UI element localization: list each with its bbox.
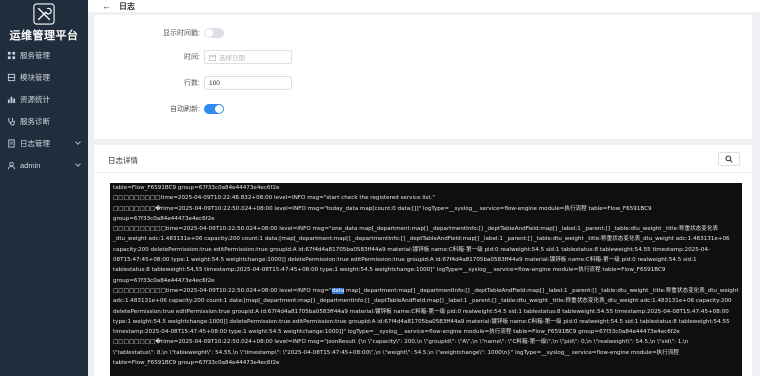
log-line-text: table=Flow_F6591BC9 group=67f33c0a84e444… (113, 360, 280, 367)
sidebar-item-label: 资源统计 (20, 94, 50, 104)
time-row: 时间: 选择日期 (144, 50, 292, 64)
log-details-panel: 日志详情 table=Flow_F6591BC9 group=67f33c0a8… (94, 145, 752, 376)
log-line: 08T15:47:45+08:00 type:1 weight:54.5 wei… (113, 255, 739, 265)
sidebar-item-label: 服务管理 (20, 50, 50, 60)
auto-refresh-toggle[interactable] (204, 104, 224, 114)
document-icon (8, 138, 15, 148)
sidebar-item-label: 日志管理 (20, 138, 50, 148)
log-line-text: □□□□□□□□□time=2025-04-09T10:22:48.832+08… (113, 195, 435, 202)
log-line: □□□□□□□□□□time=2025-04-09T10:22:50.024+0… (113, 286, 739, 296)
log-line: tablestatus:8 tableweight:54.55 timestam… (113, 265, 739, 275)
log-line-text: group=67f33c0a84e44473e4ec6f2e (113, 277, 215, 284)
sidebar-item-service-diagnosis[interactable]: 服务诊断 (0, 110, 88, 132)
log-line-text: timestamp:2025-04-08T15:47:45+08:00 type… (113, 329, 680, 336)
sidebar-item-label: 模块管理 (20, 72, 50, 82)
rows-row: 行数: 100 (144, 76, 292, 90)
selected-text-highlight: data (331, 287, 345, 294)
log-line: timestamp:2025-04-08T15:47:45+08:00 type… (113, 327, 739, 337)
log-line: table=Flow_F6591BC9 group=67f33c0a84e444… (113, 183, 739, 193)
log-line-text: □□□□□□□□□□time=2025-04-09T10:22:50.024+0… (113, 226, 719, 233)
wrench-logo-icon (33, 3, 55, 25)
log-line: □□□□□□□□□time=2025-04-09T10:22:48.832+08… (113, 193, 739, 203)
log-line-text: □□□□□□□□□□time=2025-04-09T10:22:50.024+0… (113, 287, 332, 294)
log-line-text: table=Flow_F6591BC9 group=67f33c0a84e444… (113, 185, 280, 191)
sidebar-item-module-management[interactable]: 模块管理 (0, 66, 88, 88)
show-timestamp-toggle[interactable] (204, 28, 224, 38)
log-line: □□□□□□□□�time=2025-04-09T10:22:50.024+08… (113, 337, 739, 347)
rows-input[interactable]: 100 (204, 76, 292, 90)
back-arrow-icon[interactable]: ← (102, 1, 111, 11)
sidebar: 运维管理平台 服务管理 模块管理 资源统计 服务诊断 日志管理 admin (0, 0, 88, 376)
sidebar-item-label: 服务诊断 (20, 116, 50, 126)
stethoscope-icon (8, 117, 16, 126)
log-line: group=67f33c0a84e44473e4ec6f2e (113, 214, 739, 224)
log-line-text: type:1 weight:54.5 weightchange:1000]] d… (113, 318, 730, 325)
page-header: ← 日志 (88, 0, 760, 12)
search-icon (725, 155, 733, 163)
log-line: deletePermission:true editPermission:tru… (113, 307, 739, 317)
toggle-knob (205, 29, 213, 37)
log-line: capacity:200 deletePermission:true editP… (113, 245, 739, 255)
log-line-text: tablestatus:8 tableweight:54.55 timestam… (113, 267, 666, 274)
log-details-title: 日志详情 (108, 156, 138, 165)
user-icon (7, 161, 16, 169)
calendar-icon (209, 54, 216, 61)
log-line: type:1 weight:54.5 weightchange:1000]] d… (113, 317, 739, 327)
chevron-down-icon (75, 161, 81, 167)
log-line-text: map[_department:map[] _departmentInfo:[]… (344, 287, 739, 294)
cube-icon (7, 73, 16, 81)
sidebar-item-label: admin (20, 160, 41, 170)
auto-refresh-row: 自动刷新: (144, 104, 224, 114)
filter-form: 显示时间戳: 时间: 选择日期 行数: 100 自动刷新: (94, 15, 752, 139)
log-output[interactable]: table=Flow_F6591BC9 group=67f33c0a84e444… (110, 183, 742, 376)
log-line: group=67f33c0a84e44473e4ec6f2e (113, 276, 739, 286)
log-line-text: _dtu_weight adc:1.483131e+06 capacity:20… (113, 236, 730, 243)
date-placeholder: 选择日期 (219, 55, 245, 62)
sidebar-item-resource-statistics[interactable]: 资源统计 (0, 88, 88, 110)
date-picker-input[interactable]: 选择日期 (204, 50, 292, 64)
rows-label: 行数: (184, 80, 200, 87)
rows-value: 100 (209, 79, 220, 87)
log-line-text: group=67f33c0a84e44473e4ec6f2e (113, 215, 215, 222)
log-line-text: □□□□□□□□�time=2025-04-09T10:22:50.024+08… (113, 339, 689, 346)
log-line-text: 08T15:47:45+08:00 type:1 weight:54.5 wei… (113, 257, 697, 264)
log-line-text: \"tablestatus\": 8,\n \"tableweight\": 5… (113, 349, 679, 356)
divider (94, 172, 752, 173)
search-button[interactable] (718, 152, 740, 166)
time-label: 时间: (184, 54, 200, 61)
log-line: _dtu_weight adc:1.483131e+06 capacity:20… (113, 234, 739, 244)
log-line-text: deletePermission:true editPermission:tru… (113, 308, 729, 315)
app-title: 运维管理平台 (9, 30, 79, 42)
page-title: 日志 (119, 1, 135, 11)
sidebar-item-log-management[interactable]: 日志管理 (0, 132, 88, 154)
sidebar-item-service-management[interactable]: 服务管理 (0, 44, 88, 66)
chevron-down-icon (75, 139, 81, 145)
auto-refresh-label: 自动刷新: (170, 106, 200, 113)
chart-icon (7, 96, 16, 103)
log-line: □□□□□□□□�time=2025-04-09T10:22:50.024+08… (113, 204, 739, 214)
log-line: □□□□□□□□□□time=2025-04-09T10:22:50.024+0… (113, 224, 739, 234)
log-line-text: adc:1.483131e+06 capacity:200 count:1 da… (113, 298, 732, 305)
sidebar-item-admin[interactable]: admin (0, 154, 88, 176)
log-line-text: □□□□□□□□�time=2025-04-09T10:22:50.024+08… (113, 205, 652, 212)
show-timestamp-label: 显示时间戳: (163, 30, 200, 37)
log-line: table=Flow_F6591BC9 group=67f33c0a84e444… (113, 358, 739, 368)
log-line-text: capacity:200 deletePermission:true editP… (113, 246, 710, 253)
logo: 运维管理平台 (0, 0, 88, 44)
toggle-knob (215, 105, 223, 113)
log-line: \"tablestatus\": 8,\n \"tableweight\": 5… (113, 348, 739, 358)
log-line: adc:1.483131e+06 capacity:200 count:1 da… (113, 296, 739, 306)
sidebar-menu: 服务管理 模块管理 资源统计 服务诊断 日志管理 admin (0, 44, 88, 176)
grid-icon (7, 51, 16, 59)
show-timestamp-row: 显示时间戳: (144, 28, 224, 38)
